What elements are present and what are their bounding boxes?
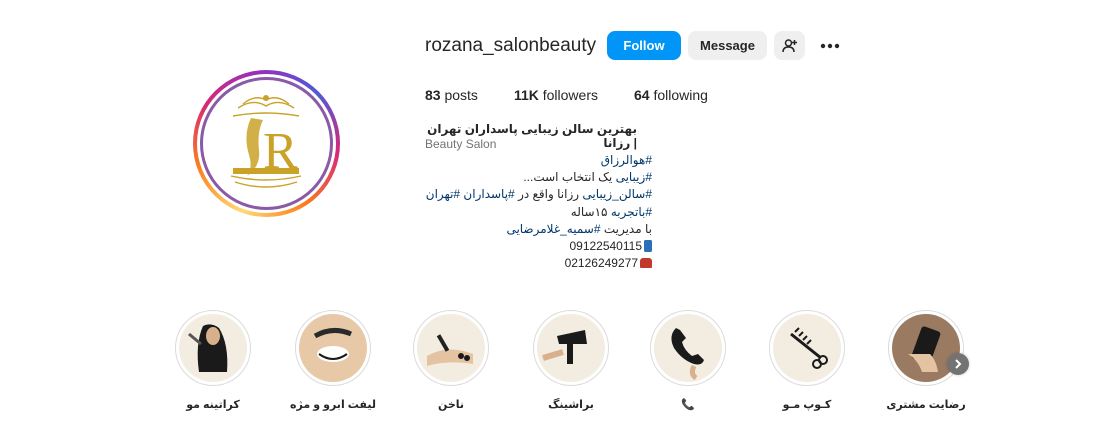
bio-category: Beauty Salon: [425, 137, 497, 151]
bio-line: با مدیریت #سمیه_غلامرضایی: [425, 221, 652, 238]
message-button[interactable]: Message: [688, 31, 767, 60]
highlight-brushing[interactable]: براشینگ: [521, 310, 621, 411]
hashtag-link[interactable]: #هوالرزاق: [601, 153, 652, 167]
posts-label: posts: [444, 87, 478, 103]
add-user-icon: [781, 38, 797, 52]
highlight-ring: [650, 310, 726, 386]
highlight-label: 📞: [681, 399, 695, 411]
hair-dryer-icon: [537, 314, 605, 382]
bio-line: #باتجربه ۱۵ساله: [425, 204, 652, 221]
bio-line: #هوالرزاق: [425, 152, 652, 169]
profile-avatar[interactable]: R: [193, 70, 340, 217]
highlight-phone[interactable]: 📞: [638, 310, 738, 411]
following-stat[interactable]: 64 following: [634, 87, 708, 103]
profile-username: rozana_salonbeauty: [425, 35, 597, 56]
followers-label: followers: [542, 87, 598, 103]
bio-line: #زیبایی یک انتخاب است...: [425, 169, 652, 186]
highlight-label: رضایت مشتری: [886, 399, 966, 411]
bio-line: #سالن_زیبایی رزانا واقع در #پاسداران #ته…: [425, 186, 652, 203]
following-count: 64: [634, 87, 650, 103]
telephone-icon: [640, 258, 652, 269]
nail-icon: [417, 314, 485, 382]
more-options-icon: [820, 43, 840, 48]
salon-logo: R: [200, 77, 333, 210]
highlight-label: کـوپ مـو: [782, 399, 832, 411]
highlight-haircut[interactable]: کـوپ مـو: [757, 310, 857, 411]
landline-number: 02126249277: [564, 256, 638, 271]
bio-text-segment: یک انتخاب است...: [523, 170, 616, 185]
highlight-ring: [175, 310, 251, 386]
bio-text-segment: رزانا واقع در: [514, 187, 583, 202]
highlight-label: ناخن: [437, 399, 465, 411]
hashtag-link[interactable]: #سمیه_غلامرضایی: [506, 222, 600, 236]
posts-stat: 83 posts: [425, 87, 478, 103]
follow-button[interactable]: Follow: [607, 31, 681, 60]
bio-text: #هوالرزاق #زیبایی یک انتخاب است... #سالن…: [425, 152, 652, 272]
bio-line: 09122540115: [425, 238, 652, 255]
suggest-user-button[interactable]: [774, 31, 805, 60]
highlight-ring: [888, 310, 964, 386]
profile-stats: 83 posts 11K followers 64 following: [425, 87, 708, 103]
mobile-number: 09122540115: [569, 239, 642, 254]
brow-lash-lift-icon: [299, 314, 367, 382]
avatar-inner-ring: R: [197, 74, 336, 213]
highlight-ring: [413, 310, 489, 386]
highlight-ring: [295, 310, 371, 386]
mobile-phone-icon: [644, 240, 652, 253]
highlight-ring: [533, 310, 609, 386]
followers-count: 11K: [513, 87, 539, 103]
more-options-button[interactable]: [815, 31, 845, 60]
highlight-keratin[interactable]: کراتینه مو: [163, 310, 263, 411]
phone-icon: [654, 314, 722, 382]
highlights-next-button[interactable]: [947, 353, 969, 375]
highlight-label: لیفت ابرو و مژه: [290, 399, 376, 411]
bio-text-segment: با مدیریت: [600, 221, 652, 236]
logo-graphic: R: [230, 95, 302, 188]
hashtag-link[interactable]: #باتجربه: [611, 205, 652, 219]
highlight-brow-lash[interactable]: لیفت ابرو و مژه: [283, 310, 383, 411]
hashtag-link[interactable]: #تهران: [426, 187, 464, 201]
highlight-nails[interactable]: ناخن: [401, 310, 501, 411]
hashtag-link[interactable]: #پاسداران: [463, 187, 514, 201]
followers-stat[interactable]: 11K followers: [514, 87, 598, 103]
chevron-right-icon: [955, 359, 962, 369]
keratin-hair-icon: [179, 314, 247, 382]
bio-text-segment: ۱۵ساله: [570, 204, 611, 219]
highlight-label: براشینگ: [548, 399, 594, 411]
comb-scissors-icon: [773, 314, 841, 382]
hashtag-link[interactable]: #سالن_زیبایی: [582, 187, 652, 201]
bio-line: 02126249277: [425, 255, 652, 272]
highlight-label: کراتینه مو: [186, 399, 240, 411]
following-label: following: [653, 87, 708, 103]
posts-count: 83: [425, 87, 441, 103]
hashtag-link[interactable]: #زیبایی: [616, 170, 652, 184]
highlight-ring: [769, 310, 845, 386]
